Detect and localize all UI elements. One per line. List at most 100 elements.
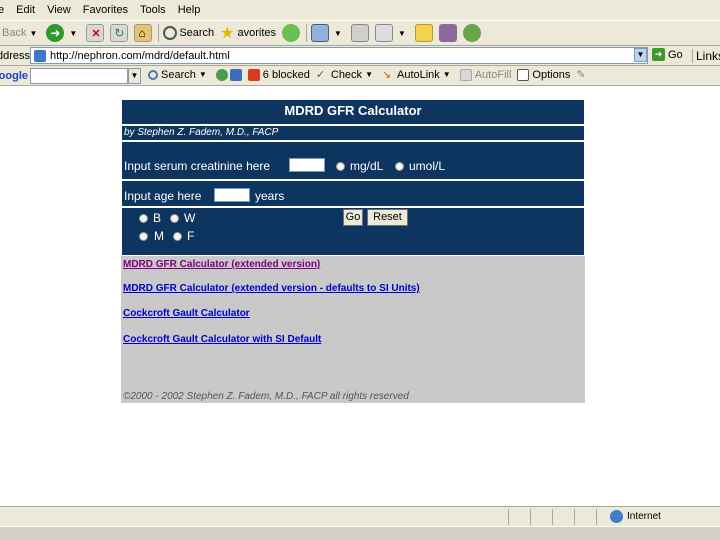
status-divider bbox=[552, 509, 553, 525]
toolbar-separator bbox=[158, 24, 160, 42]
star-icon: ★ bbox=[220, 25, 235, 42]
race-black-label: B bbox=[153, 211, 162, 225]
menu-help[interactable]: Help bbox=[178, 4, 201, 16]
search-label: Search bbox=[179, 27, 215, 39]
go-button[interactable]: Go bbox=[343, 209, 363, 226]
go-arrow-icon: ➜ bbox=[652, 48, 665, 61]
sex-male-label: M bbox=[154, 229, 164, 243]
menu-view[interactable]: View bbox=[47, 4, 71, 16]
back-label: Back bbox=[2, 27, 27, 39]
chevron-down-icon[interactable]: ▼ bbox=[334, 29, 342, 38]
research-icon[interactable] bbox=[438, 24, 457, 42]
google-search-button[interactable]: Search ▼ bbox=[148, 69, 210, 81]
menu-favorites[interactable]: Favorites bbox=[83, 4, 128, 16]
options-button[interactable]: Options bbox=[517, 68, 570, 81]
chevron-down-icon[interactable]: ▼ bbox=[199, 70, 207, 79]
chevron-down-icon[interactable]: ▼ bbox=[29, 29, 37, 38]
unit-mgdl-label: mg/dL bbox=[350, 159, 384, 173]
spell-check-button[interactable]: ✓ Check ▼ bbox=[316, 69, 376, 81]
status-divider bbox=[508, 509, 509, 525]
copyright-notice: ©2000 - 2002 Stephen Z. Fadem, M.D., FAC… bbox=[123, 391, 409, 402]
home-icon[interactable]: ⌂ bbox=[134, 24, 153, 42]
status-divider bbox=[530, 509, 531, 525]
pencil-icon[interactable]: ✎ bbox=[576, 68, 585, 81]
favorites-button[interactable]: ★ avorites bbox=[220, 23, 276, 43]
links-label[interactable]: Links bbox=[692, 49, 720, 63]
age-row: Input age here years bbox=[121, 180, 585, 207]
status-divider bbox=[596, 509, 597, 525]
address-input[interactable]: http://nephron.com/mdrd/default.html bbox=[30, 47, 648, 64]
messenger-icon[interactable] bbox=[462, 24, 481, 42]
check-icon: ✓ bbox=[315, 68, 326, 81]
google-search-input[interactable] bbox=[30, 68, 128, 84]
discuss-icon[interactable] bbox=[414, 24, 433, 42]
security-zone: Internet bbox=[610, 510, 661, 523]
radio-mgdl[interactable] bbox=[336, 162, 345, 171]
autolink-icon: ↘ bbox=[381, 68, 392, 81]
favorites-label: avorites bbox=[237, 27, 277, 39]
print-icon[interactable] bbox=[350, 24, 369, 42]
chevron-down-icon[interactable]: ▼ bbox=[365, 70, 373, 79]
menu-bar: e Edit View Favorites Tools Help bbox=[0, 0, 720, 20]
mail-button[interactable]: ▼ bbox=[311, 24, 345, 42]
globe-icon bbox=[610, 510, 623, 523]
address-url[interactable]: http://nephron.com/mdrd/default.html bbox=[50, 50, 230, 62]
refresh-icon[interactable]: ↻ bbox=[110, 24, 129, 42]
chevron-down-icon[interactable]: ▼ bbox=[69, 29, 77, 38]
google-search-dropdown[interactable]: ▼ bbox=[128, 68, 141, 84]
sex-female-label: F bbox=[187, 229, 195, 243]
age-units-label: years bbox=[255, 189, 285, 203]
creatinine-row: Input serum creatinine here mg/dL umol/L bbox=[121, 141, 585, 180]
page-content: MDRD GFR Calculator by Stephen Z. Fadem,… bbox=[0, 87, 720, 505]
taskbar bbox=[0, 526, 720, 540]
standard-toolbar: Back ▼ ➜ ▼ ✕ ↻ ⌂ Search ★ avorites ▼ ▼ bbox=[0, 20, 720, 46]
popup-blocker-button[interactable]: 6 blocked bbox=[247, 68, 310, 81]
menu-file[interactable]: e bbox=[0, 4, 4, 16]
google-tools: Search ▼ 6 blocked ✓ Check ▼ ↘ AutoLink … bbox=[148, 68, 586, 81]
blocked-label: 6 blocked bbox=[262, 68, 310, 81]
link-cockcroft-gault-si[interactable]: Cockcroft Gault Calculator with SI Defau… bbox=[123, 334, 321, 345]
edit-icon bbox=[374, 24, 393, 42]
stop-icon[interactable]: ✕ bbox=[86, 24, 105, 42]
radio-black[interactable] bbox=[139, 214, 148, 223]
radio-female[interactable] bbox=[173, 232, 182, 241]
reset-button[interactable]: Reset bbox=[367, 209, 408, 226]
status-bar: Internet bbox=[0, 506, 720, 526]
autolink-button[interactable]: ↘ AutoLink ▼ bbox=[382, 69, 454, 81]
chevron-down-icon[interactable]: ▼ bbox=[443, 70, 451, 79]
menu-tools[interactable]: Tools bbox=[140, 4, 166, 16]
autofill-icon bbox=[459, 68, 472, 81]
options-icon bbox=[517, 68, 530, 81]
radio-male[interactable] bbox=[139, 232, 148, 241]
link-mdrd-extended[interactable]: MDRD GFR Calculator (extended version) bbox=[123, 259, 320, 270]
radio-umol[interactable] bbox=[395, 162, 404, 171]
history-icon[interactable] bbox=[282, 24, 301, 42]
link-cockcroft-gault[interactable]: Cockcroft Gault Calculator bbox=[123, 308, 250, 319]
back-button[interactable]: Back ▼ bbox=[2, 27, 40, 39]
search-icon bbox=[148, 69, 158, 80]
edit-button[interactable]: ▼ bbox=[374, 24, 409, 42]
forward-button[interactable]: ➜ ▼ bbox=[46, 24, 80, 42]
creatinine-input[interactable] bbox=[289, 158, 325, 172]
autofill-label: AutoFill bbox=[474, 68, 512, 81]
go-label: Go bbox=[668, 48, 683, 61]
menu-edit[interactable]: Edit bbox=[16, 4, 35, 16]
link-mdrd-extended-si[interactable]: MDRD GFR Calculator (extended version - … bbox=[123, 283, 420, 294]
pagerank-icon[interactable] bbox=[215, 68, 228, 81]
address-bar: Address http://nephron.com/mdrd/default.… bbox=[0, 46, 720, 66]
age-input[interactable] bbox=[214, 188, 250, 202]
go-button[interactable]: ➜ Go bbox=[652, 48, 683, 61]
gfr-calculator: MDRD GFR Calculator by Stephen Z. Fadem,… bbox=[121, 99, 585, 403]
radio-white[interactable] bbox=[170, 214, 179, 223]
forward-arrow-icon: ➜ bbox=[46, 24, 65, 42]
age-label: Input age here bbox=[124, 189, 202, 203]
address-dropdown[interactable]: ▼ bbox=[634, 48, 647, 62]
chevron-down-icon[interactable]: ▼ bbox=[398, 29, 406, 38]
search-icon bbox=[163, 26, 178, 40]
address-label: Address bbox=[0, 49, 30, 62]
search-button[interactable]: Search bbox=[163, 26, 214, 40]
autofill-button[interactable]: AutoFill bbox=[459, 68, 512, 81]
google-logo[interactable]: Google bbox=[0, 70, 28, 82]
info-icon[interactable] bbox=[229, 68, 242, 81]
status-divider bbox=[574, 509, 575, 525]
